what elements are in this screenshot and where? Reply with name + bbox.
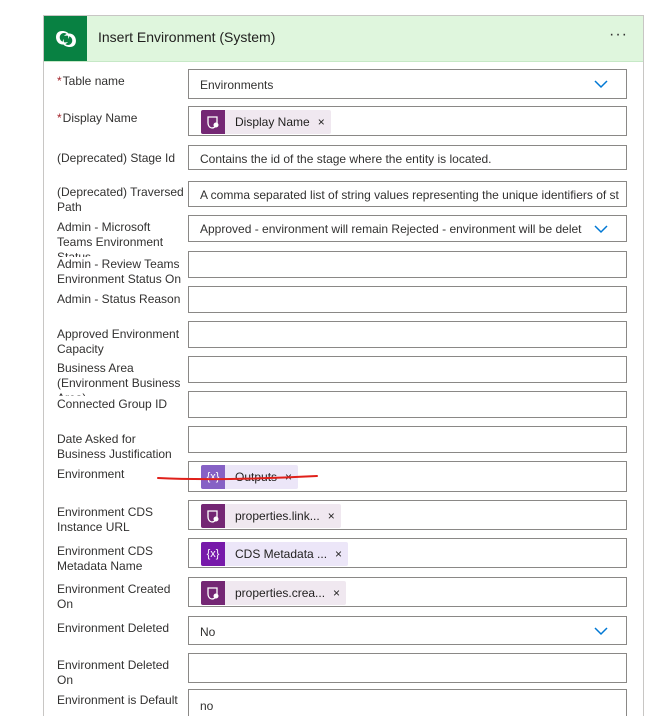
card-title: Insert Environment (System) <box>98 29 276 45</box>
approved-capacity-label: Approved Environment Capacity <box>57 327 180 356</box>
connected-group-field[interactable] <box>188 391 627 418</box>
remove-token-icon[interactable]: × <box>335 547 342 561</box>
remove-token-icon[interactable]: × <box>318 115 325 129</box>
table-name-value: Environments <box>200 78 274 92</box>
traversed-path-field[interactable]: A comma separated list of string values … <box>188 181 627 207</box>
deleted-dropdown[interactable]: No <box>188 616 627 645</box>
required-marker: * <box>57 111 62 125</box>
red-underline-annotation <box>157 475 318 481</box>
business-area-field[interactable] <box>188 356 627 383</box>
teams-env-status-label: Admin - Microsoft Teams Environment Stat… <box>57 220 164 257</box>
required-marker: * <box>57 74 62 88</box>
traversed-path-value: A comma separated list of string values … <box>200 188 619 202</box>
display-name-token[interactable]: Display Name × <box>201 110 331 134</box>
created-on-token[interactable]: properties.crea... × <box>201 581 347 605</box>
token-label: CDS Metadata ... <box>235 547 328 561</box>
deleted-on-field[interactable] <box>188 653 627 683</box>
review-teams-label: Admin - Review Teams Environment Status … <box>57 257 182 286</box>
teams-env-status-value: Approved - environment will remain Rejec… <box>200 222 582 236</box>
table-name-label-text: Table name <box>62 74 125 88</box>
chevron-down-icon <box>594 225 608 234</box>
dataverse-connector-icon <box>201 504 225 528</box>
deleted-on-label: Environment Deleted On <box>57 658 170 687</box>
cds-metadata-label: Environment CDS Metadata Name <box>57 544 154 573</box>
action-card: Insert Environment (System) ··· *Table n… <box>43 15 644 716</box>
table-name-label: *Table name <box>57 74 185 89</box>
token-label: properties.link... <box>235 509 320 523</box>
date-asked-label: Date Asked for Business Justification <box>57 432 172 461</box>
dataverse-connector-icon <box>201 581 225 605</box>
stage-id-label: (Deprecated) Stage Id <box>57 151 176 165</box>
is-default-field[interactable]: no <box>188 689 627 716</box>
business-area-label: Business Area (Environment Business Area… <box>57 361 181 396</box>
token-label: Display Name <box>235 115 310 129</box>
traversed-path-label: (Deprecated) Traversed Path <box>57 185 184 214</box>
date-asked-field[interactable] <box>188 426 627 453</box>
deleted-label: Environment Deleted <box>57 621 170 635</box>
display-name-field[interactable]: Display Name × <box>188 106 627 136</box>
stage-id-value: Contains the id of the stage where the e… <box>200 152 492 166</box>
remove-token-icon[interactable]: × <box>333 586 340 600</box>
review-teams-field[interactable] <box>188 251 627 278</box>
variable-icon: {x} <box>201 542 225 566</box>
created-on-label: Environment Created On <box>57 582 171 611</box>
more-options-icon[interactable]: ··· <box>609 27 628 43</box>
status-reason-field[interactable] <box>188 286 627 313</box>
is-default-value: no <box>200 699 214 713</box>
deleted-value: No <box>200 625 216 639</box>
dataverse-logo-icon <box>44 16 87 61</box>
cds-url-field[interactable]: properties.link... × <box>188 500 627 530</box>
remove-token-icon[interactable]: × <box>328 509 335 523</box>
created-on-field[interactable]: properties.crea... × <box>188 577 627 607</box>
display-name-label: *Display Name <box>57 111 185 126</box>
connected-group-label: Connected Group ID <box>57 397 168 411</box>
is-default-label: Environment is Default <box>57 693 178 707</box>
token-label: properties.crea... <box>235 586 326 600</box>
status-reason-label: Admin - Status Reason <box>57 292 181 306</box>
display-name-label-text: Display Name <box>62 111 138 125</box>
cds-url-label: Environment CDS Instance URL <box>57 505 154 534</box>
dataverse-connector-icon <box>201 110 225 134</box>
chevron-down-icon <box>594 627 608 636</box>
stage-id-field[interactable]: Contains the id of the stage where the e… <box>188 145 627 170</box>
cds-metadata-field[interactable]: {x} CDS Metadata ... × <box>188 538 627 568</box>
table-name-dropdown[interactable]: Environments <box>188 69 627 99</box>
cds-url-token[interactable]: properties.link... × <box>201 504 341 528</box>
approved-capacity-field[interactable] <box>188 321 627 348</box>
chevron-down-icon <box>594 80 608 89</box>
cds-metadata-token[interactable]: {x} CDS Metadata ... × <box>201 542 349 566</box>
teams-env-status-dropdown[interactable]: Approved - environment will remain Rejec… <box>188 215 627 242</box>
card-header[interactable]: Insert Environment (System) ··· <box>44 16 643 62</box>
